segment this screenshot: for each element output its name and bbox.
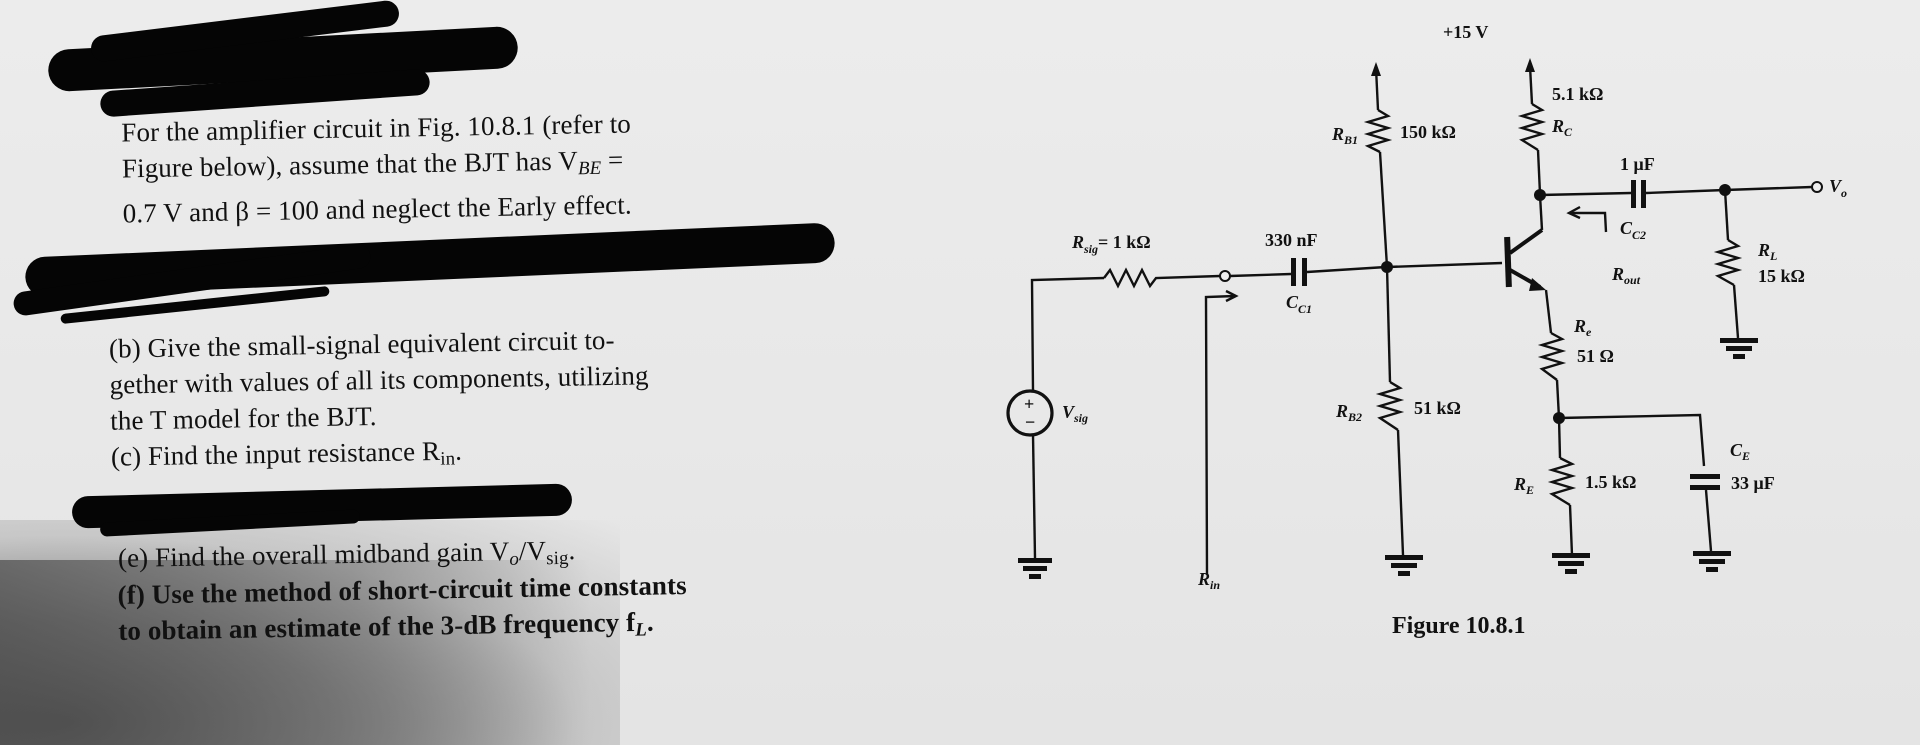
rsig-resistor-icon: [1103, 267, 1221, 289]
re-label: RE: [1513, 474, 1534, 497]
wire-re-bottom: [1568, 504, 1574, 556]
wire-rc-bottom: [1536, 149, 1542, 195]
cc1-value: 330 nF: [1265, 230, 1318, 250]
re-value: 1.5 kΩ: [1585, 472, 1636, 492]
rb2-resistor-icon: [1375, 380, 1405, 431]
vo-label: Vo: [1829, 176, 1847, 200]
circuit-diagram: +15 V + − Vsig Rsig= 1 kΩ Rin 330 nF CC1: [1006, 22, 1847, 639]
wire-emitter: [1544, 289, 1553, 334]
ground-icon-source: [1018, 558, 1052, 579]
rb1-value: 150 kΩ: [1400, 122, 1456, 142]
ground-icon-rl: [1720, 338, 1758, 359]
output-terminal-icon: [1811, 181, 1823, 193]
re-small-value: 51 Ω: [1577, 346, 1614, 366]
re-small-resistor-icon: [1537, 331, 1567, 381]
wire-re-top: [1557, 417, 1562, 459]
ce-capacitor-icon: [1690, 474, 1720, 490]
cc2-value: 1 μF: [1620, 154, 1655, 174]
rb2-value: 51 kΩ: [1414, 398, 1461, 418]
rb1-label: RB1: [1331, 124, 1358, 147]
ground-icon-ce: [1693, 551, 1731, 572]
re-resistor-icon: [1547, 456, 1577, 507]
wire-to-ce: [1558, 413, 1706, 467]
cc1-capacitor-icon: [1291, 258, 1307, 286]
ce-label: CE: [1730, 440, 1750, 463]
rin-arrow-line: [1204, 294, 1236, 576]
rin-label: Rin: [1197, 569, 1220, 592]
wire-rb2-top: [1385, 266, 1392, 383]
rl-label: RL: [1757, 240, 1777, 263]
re-small-label: Re: [1573, 316, 1592, 339]
wire-cc2-to-output: [1645, 188, 1726, 195]
rc-resistor-icon: [1517, 102, 1547, 152]
wire-source-ground: [1031, 434, 1037, 559]
rc-label: RC: [1551, 116, 1573, 139]
rc-value: 5.1 kΩ: [1552, 84, 1603, 104]
ce-value: 33 μF: [1731, 473, 1775, 493]
wire-output: [1724, 185, 1813, 192]
input-terminal-icon: [1219, 270, 1231, 282]
vsig-source: + − Vsig: [1006, 389, 1088, 437]
wire-rl-top: [1723, 189, 1730, 241]
supply-arrow-rc-icon: [1525, 58, 1535, 72]
wire-rb1-bottom: [1378, 151, 1389, 268]
wire-rb2-bottom: [1396, 429, 1405, 556]
rl-resistor-icon: [1713, 238, 1743, 287]
source-minus: −: [1025, 412, 1035, 432]
figure-caption: Figure 10.8.1: [1392, 613, 1526, 639]
supply-label: +15 V: [1443, 22, 1488, 42]
vsig-label: Vsig: [1062, 402, 1088, 425]
document-page: For the amplifier circuit in Fig. 10.8.1…: [0, 0, 1920, 745]
cc2-label: CC2: [1620, 218, 1646, 242]
cc2-capacitor-icon: [1631, 180, 1646, 208]
wire-to-cc1: [1229, 272, 1292, 278]
ground-icon-re: [1552, 553, 1590, 574]
wire-base: [1386, 261, 1503, 269]
rb1-resistor-icon: [1363, 108, 1393, 154]
npn-transistor-icon: [1504, 228, 1546, 291]
rsig-label: Rsig= 1 kΩ: [1071, 232, 1151, 256]
wire-to-cc2: [1539, 191, 1632, 197]
rb2-label: RB2: [1335, 401, 1362, 424]
rl-value: 15 kΩ: [1758, 266, 1805, 286]
wire-source-top: [1030, 276, 1105, 392]
rout-label: Rout: [1611, 264, 1641, 287]
wire-cc1-to-base-node: [1306, 265, 1387, 274]
cc1-label: CC1: [1286, 292, 1312, 316]
supply-arrow-rb1-icon: [1371, 62, 1381, 76]
source-plus: +: [1024, 394, 1034, 414]
wire-ce-bottom: [1704, 489, 1713, 552]
wire-rl-bottom: [1732, 284, 1740, 339]
ground-icon-rb2: [1385, 555, 1423, 576]
